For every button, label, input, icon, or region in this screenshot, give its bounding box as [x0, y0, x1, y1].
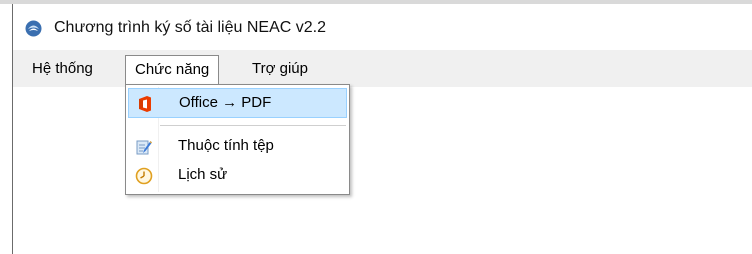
chuc-nang-dropdown-menu: Office → PDF Thuộc tính tệp Lịch sử — [125, 84, 350, 195]
menu-label: Hệ thống — [32, 60, 93, 77]
menu-separator — [160, 125, 346, 126]
menu-he-thong[interactable]: Hệ thống — [23, 55, 102, 83]
title-bar[interactable]: Chương trình ký số tài liệu NEAC v2.2 — [13, 4, 752, 50]
menu-item-thuoc-tinh-tep[interactable]: Thuộc tính tệp — [128, 132, 347, 162]
office-icon — [139, 96, 151, 112]
menu-label: Chức năng — [135, 61, 210, 78]
app-logo-icon — [25, 20, 42, 37]
menu-item-office-to-pdf[interactable]: Office → PDF — [128, 88, 347, 118]
menu-item-label: Office → PDF — [179, 94, 272, 111]
menu-tro-giup[interactable]: Trợ giúp — [243, 55, 317, 83]
menu-bar: Hệ thống Chức năng Trợ giúp — [13, 50, 752, 87]
menu-chuc-nang[interactable]: Chức năng — [125, 55, 220, 85]
app-window: Chương trình ký số tài liệu NEAC v2.2 Hệ… — [12, 4, 752, 254]
menu-item-label: Thuộc tính tệp — [178, 137, 274, 154]
menu-item-lich-su[interactable]: Lịch sử — [128, 161, 347, 191]
client-area — [13, 87, 752, 254]
menu-label: Trợ giúp — [252, 60, 308, 77]
menu-item-label: Lịch sử — [178, 166, 228, 183]
history-clock-icon — [135, 167, 153, 185]
file-properties-icon — [136, 140, 152, 155]
window-title: Chương trình ký số tài liệu NEAC v2.2 — [54, 19, 326, 36]
